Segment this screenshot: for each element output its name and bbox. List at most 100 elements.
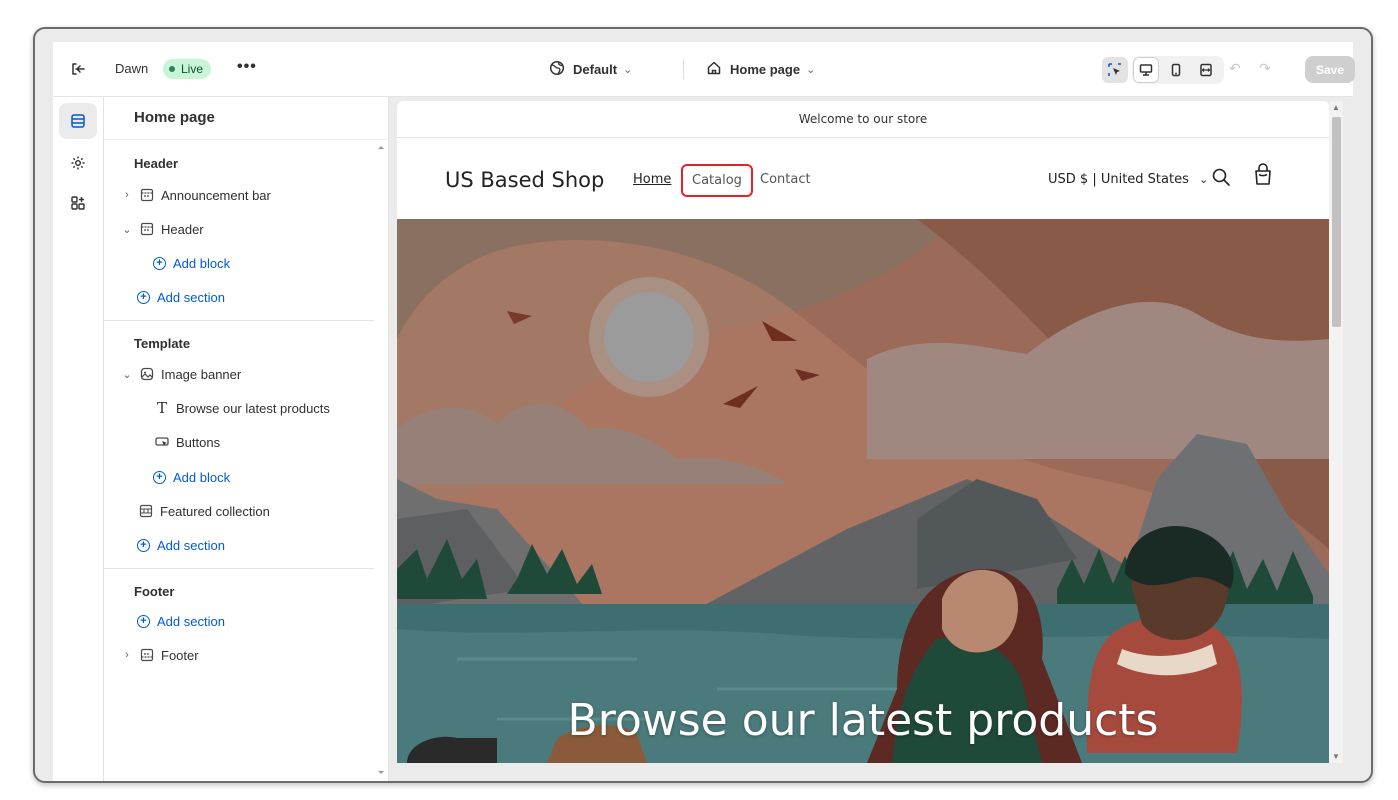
save-button[interactable]: Save — [1305, 56, 1355, 83]
announcement-bar: Welcome to our store — [397, 101, 1329, 138]
button-icon — [153, 433, 171, 451]
page-selector[interactable]: Home page ⌄ — [706, 60, 815, 79]
layout-footer-icon — [138, 646, 156, 664]
editor-topbar: Dawn Live ••• Default ⌄ Home page ⌄ ↶ ↷ … — [53, 42, 1355, 97]
nav-link-catalog[interactable]: Catalog — [681, 164, 753, 197]
add-section-button[interactable]: + Add section — [137, 531, 407, 559]
theme-editor-window: Dawn Live ••• Default ⌄ Home page ⌄ ↶ ↷ … — [33, 27, 1373, 783]
cursor-select-icon — [1108, 63, 1121, 76]
text-icon: T — [156, 399, 167, 417]
add-section-button[interactable]: + Add section — [137, 283, 407, 311]
left-rail — [53, 97, 104, 781]
more-actions-button[interactable]: ••• — [237, 58, 257, 76]
add-block-label: Add block — [173, 469, 231, 485]
add-section-label: Add section — [157, 289, 225, 305]
apps-icon — [71, 196, 85, 210]
theme-settings-rail-button[interactable] — [59, 145, 97, 181]
store-preview: Welcome to our store US Based Shop Home … — [397, 101, 1329, 763]
theme-name: Dawn — [115, 61, 149, 76]
group-header-label: Header — [134, 155, 179, 171]
desktop-icon — [1139, 64, 1153, 76]
preset-label: Default — [573, 62, 618, 77]
expand-icon — [1200, 63, 1212, 77]
collection-icon — [137, 502, 155, 520]
plus-circle-icon: + — [153, 470, 166, 484]
section-label: Announcement bar — [161, 187, 271, 203]
section-footer[interactable]: › Footer — [104, 641, 374, 669]
gear-icon — [71, 156, 85, 170]
chevron-down-icon: ⌄ — [806, 64, 816, 76]
inspector-toggle-button[interactable] — [1102, 57, 1128, 83]
section-label: Featured collection — [160, 503, 270, 519]
redo-icon[interactable]: ↷ — [1259, 60, 1271, 77]
section-featured-collection[interactable]: Featured collection — [133, 497, 403, 525]
sidebar-title: Home page — [134, 109, 215, 126]
currency-selector[interactable]: USD $ | United States ⌄ — [1048, 172, 1208, 187]
store-header: US Based Shop Home Catalog Contact USD $… — [397, 138, 1329, 219]
add-section-label: Add section — [157, 537, 225, 553]
chevron-down-icon: ⌄ — [623, 64, 633, 76]
section-announcement-bar[interactable]: › Announcement bar — [104, 181, 374, 209]
plus-circle-icon: + — [153, 256, 166, 270]
sections-icon — [71, 114, 85, 128]
nav-link-contact[interactable]: Contact — [760, 172, 811, 187]
scroll-down-icon[interactable]: ▼ — [1332, 752, 1340, 761]
layout-section-icon — [138, 220, 156, 238]
live-dot-icon — [169, 66, 175, 72]
currency-label: USD $ | United States — [1048, 172, 1189, 187]
shop-logo-text[interactable]: US Based Shop — [445, 168, 604, 192]
home-icon — [706, 60, 722, 79]
chevron-right-icon[interactable]: › — [120, 189, 134, 201]
nav-link-home[interactable]: Home — [633, 172, 671, 187]
section-header[interactable]: ⌄ Header — [104, 215, 374, 243]
group-template-label: Template — [134, 335, 191, 351]
block-label: Buttons — [176, 434, 221, 450]
exit-icon[interactable] — [69, 60, 87, 78]
status-badge-label: Live — [181, 62, 204, 76]
scrollbar-thumb[interactable] — [1332, 117, 1341, 327]
chevron-right-icon[interactable]: › — [120, 649, 134, 661]
add-section-label: Add section — [157, 613, 225, 629]
divider — [104, 320, 374, 321]
add-block-label: Add block — [173, 255, 231, 271]
add-section-button[interactable]: + Add section — [137, 607, 407, 635]
divider — [683, 59, 684, 79]
view-toolbar — [1102, 56, 1224, 84]
plus-circle-icon: + — [137, 290, 150, 304]
section-label: Image banner — [161, 366, 242, 382]
plus-circle-icon: + — [137, 538, 150, 552]
chevron-down-icon[interactable]: ⌄ — [120, 368, 134, 381]
divider — [104, 568, 374, 569]
sections-rail-button[interactable] — [59, 103, 97, 139]
block-label: Browse our latest products — [176, 400, 330, 416]
cart-icon[interactable] — [1253, 163, 1273, 192]
plus-circle-icon: + — [137, 614, 150, 628]
apps-rail-button[interactable] — [59, 185, 97, 221]
preview-scrollbar[interactable]: ▲ ▼ — [1329, 101, 1343, 763]
section-label: Footer — [161, 647, 199, 663]
status-badge: Live — [163, 59, 212, 79]
divider — [104, 139, 388, 140]
section-image-banner[interactable]: ⌄ Image banner — [104, 360, 374, 388]
layout-section-icon — [138, 186, 156, 204]
fullwidth-view-button[interactable] — [1193, 57, 1219, 83]
sidebar-scrollbar[interactable] — [374, 141, 388, 781]
section-label: Header — [161, 221, 204, 237]
mobile-view-button[interactable] — [1163, 57, 1189, 83]
undo-icon[interactable]: ↶ — [1229, 60, 1241, 77]
banner-illustration — [397, 219, 1329, 763]
device-toggle-group — [1132, 56, 1224, 84]
group-footer-label: Footer — [134, 583, 175, 599]
search-icon[interactable] — [1211, 167, 1231, 192]
preset-selector[interactable]: Default ⌄ — [549, 60, 632, 79]
scroll-up-icon[interactable]: ▲ — [1332, 103, 1340, 112]
chevron-down-icon: ⌄ — [1199, 173, 1209, 186]
mobile-icon — [1171, 63, 1181, 77]
desktop-view-button[interactable] — [1133, 57, 1159, 83]
banner-heading: Browse our latest products — [567, 695, 1159, 746]
image-banner[interactable]: Browse our latest products — [397, 219, 1329, 763]
page-selector-label: Home page — [730, 62, 801, 77]
globe-icon — [549, 60, 565, 79]
chevron-down-icon[interactable]: ⌄ — [120, 223, 134, 236]
sections-sidebar: Home page Header › Announcement bar ⌄ He… — [104, 97, 389, 781]
